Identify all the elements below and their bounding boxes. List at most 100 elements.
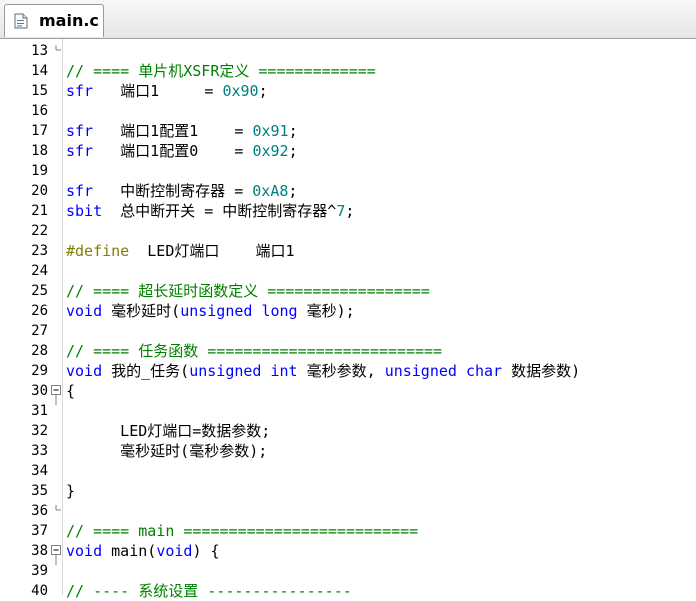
code-token: 0xA8 xyxy=(252,182,289,200)
line-number: 23 xyxy=(31,243,48,259)
code-token: LED灯端口=数据参数; xyxy=(66,422,271,440)
code-line[interactable]: 30 { xyxy=(0,381,696,405)
code-token: 总中断开关 = 中断控制寄存器^ xyxy=(102,202,337,220)
line-number: 21 xyxy=(31,203,48,219)
code-line[interactable]: 18 sfr 端口1配置0 = 0x92; xyxy=(0,141,696,161)
code-line[interactable]: 36 xyxy=(0,501,696,521)
line-number: 18 xyxy=(31,143,48,159)
line-number: 13 xyxy=(31,43,48,59)
line-number: 37 xyxy=(31,523,48,539)
code-text: 毫秒延时(毫秒参数); xyxy=(66,441,267,461)
code-text: // ==== 超长延时函数定义 ================== xyxy=(66,281,430,301)
code-token: void xyxy=(66,542,103,560)
code-token: LED灯端口 端口1 xyxy=(129,242,295,260)
code-token: // ---- 系统设置 ---------------- xyxy=(66,582,352,600)
line-number: 38 xyxy=(31,543,48,559)
code-token: void xyxy=(156,542,193,560)
code-token: 数据参数) xyxy=(502,362,581,380)
code-token: sfr xyxy=(66,182,94,200)
code-line[interactable]: 22 xyxy=(0,221,696,241)
code-line[interactable]: 21 sbit 总中断开关 = 中断控制寄存器^7; xyxy=(0,201,696,221)
code-line[interactable]: 28 // ==== 任务函数 =========================… xyxy=(0,341,696,361)
code-text: // ---- 系统设置 ---------------- xyxy=(66,581,352,601)
code-token: void xyxy=(66,302,103,320)
code-line[interactable]: 33 毫秒延时(毫秒参数); xyxy=(0,441,696,461)
line-number: 33 xyxy=(31,443,48,459)
code-editor[interactable]: 13 14 // ==== 单片机XSFR定义 ============= 15 sfr… xyxy=(0,39,696,600)
line-number: 39 xyxy=(31,563,48,579)
line-number: 14 xyxy=(31,63,48,79)
code-line[interactable]: 17 sfr 端口1配置1 = 0x91; xyxy=(0,121,696,141)
code-text: sfr 中断控制寄存器 = 0xA8; xyxy=(66,181,297,201)
code-token: ) { xyxy=(192,542,220,560)
code-token: // ==== 任务函数 ========================== xyxy=(66,342,443,360)
line-number: 22 xyxy=(31,223,48,239)
code-token: ; xyxy=(258,82,268,100)
code-text: void 我的_任务(unsigned int 毫秒参数, unsigned c… xyxy=(66,361,580,381)
code-line[interactable]: 27 xyxy=(0,321,696,341)
line-number: 19 xyxy=(31,163,48,179)
code-line[interactable]: 37 // ==== main =========================… xyxy=(0,521,696,541)
code-token: 端口1 = xyxy=(93,82,223,100)
code-token: ; xyxy=(345,202,355,220)
code-token: sfr xyxy=(66,82,94,100)
code-token: ; xyxy=(288,142,298,160)
line-number: 26 xyxy=(31,303,48,319)
code-line[interactable]: 31 xyxy=(0,401,696,421)
code-line[interactable]: 14 // ==== 单片机XSFR定义 ============= xyxy=(0,61,696,81)
code-token: 端口1配置1 = xyxy=(93,122,253,140)
code-text: sbit 总中断开关 = 中断控制寄存器^7; xyxy=(66,201,354,221)
tab-main-c[interactable]: main.c xyxy=(4,4,104,37)
code-line[interactable]: 13 xyxy=(0,41,696,61)
line-number: 24 xyxy=(31,263,48,279)
code-line[interactable]: 23 #define LED灯端口 端口1 xyxy=(0,241,696,261)
line-number: 16 xyxy=(31,103,48,119)
code-line[interactable]: 34 xyxy=(0,461,696,481)
code-text: } xyxy=(66,481,75,501)
code-token: ; xyxy=(288,182,298,200)
code-token: 毫秒延时(毫秒参数); xyxy=(66,442,268,460)
line-number: 25 xyxy=(31,283,48,299)
code-token: 0x90 xyxy=(222,82,259,100)
code-line[interactable]: 39 xyxy=(0,561,696,581)
code-token: } xyxy=(66,482,76,500)
line-number: 34 xyxy=(31,463,48,479)
code-line[interactable]: 16 xyxy=(0,101,696,121)
code-line[interactable]: 35} xyxy=(0,481,696,501)
tab-label: main.c xyxy=(39,11,99,30)
code-line[interactable]: 26 void 毫秒延时(unsigned long 毫秒); xyxy=(0,301,696,321)
code-text: // ==== 任务函数 ========================== xyxy=(66,341,442,361)
line-number: 15 xyxy=(31,83,48,99)
code-token: #define xyxy=(66,242,130,260)
code-token: 0x92 xyxy=(252,142,289,160)
code-text: LED灯端口=数据参数; xyxy=(66,421,270,441)
code-line[interactable]: 40 // ---- 系统设置 ---------------- xyxy=(0,581,696,601)
code-line[interactable]: 20 sfr 中断控制寄存器 = 0xA8; xyxy=(0,181,696,201)
code-token: sfr xyxy=(66,142,94,160)
code-token: // ==== 单片机XSFR定义 ============= xyxy=(66,62,376,80)
code-token: unsigned long xyxy=(180,302,298,320)
code-token: unsigned char xyxy=(384,362,503,380)
code-token: 端口1配置0 = xyxy=(93,142,253,160)
tab-bar: main.c xyxy=(0,0,696,39)
code-text: #define LED灯端口 端口1 xyxy=(66,241,295,261)
code-line[interactable]: 25 // ==== 超长延时函数定义 ================== xyxy=(0,281,696,301)
code-line[interactable]: 24 xyxy=(0,261,696,281)
line-number: 30 xyxy=(31,383,48,399)
code-token: // ==== 超长延时函数定义 ================== xyxy=(66,282,430,300)
code-text: { xyxy=(66,381,75,401)
code-token: void xyxy=(66,362,103,380)
code-line[interactable]: 38 void main(void) { xyxy=(0,541,696,565)
code-token: sfr xyxy=(66,122,94,140)
code-text: sfr 端口1配置0 = 0x92; xyxy=(66,141,298,161)
code-line[interactable]: 15 sfr 端口1 = 0x90; xyxy=(0,81,696,101)
c-file-icon xyxy=(14,13,28,29)
code-line[interactable]: 19 xyxy=(0,161,696,181)
line-number: 27 xyxy=(31,323,48,339)
line-number: 28 xyxy=(31,343,48,359)
code-line[interactable]: 32 LED灯端口=数据参数; xyxy=(0,421,696,441)
code-line[interactable]: 29 void 我的_任务(unsigned int 毫秒参数, unsigned… xyxy=(0,361,696,381)
line-number: 29 xyxy=(31,363,48,379)
line-number: 36 xyxy=(31,503,48,519)
code-token: { xyxy=(66,382,76,400)
